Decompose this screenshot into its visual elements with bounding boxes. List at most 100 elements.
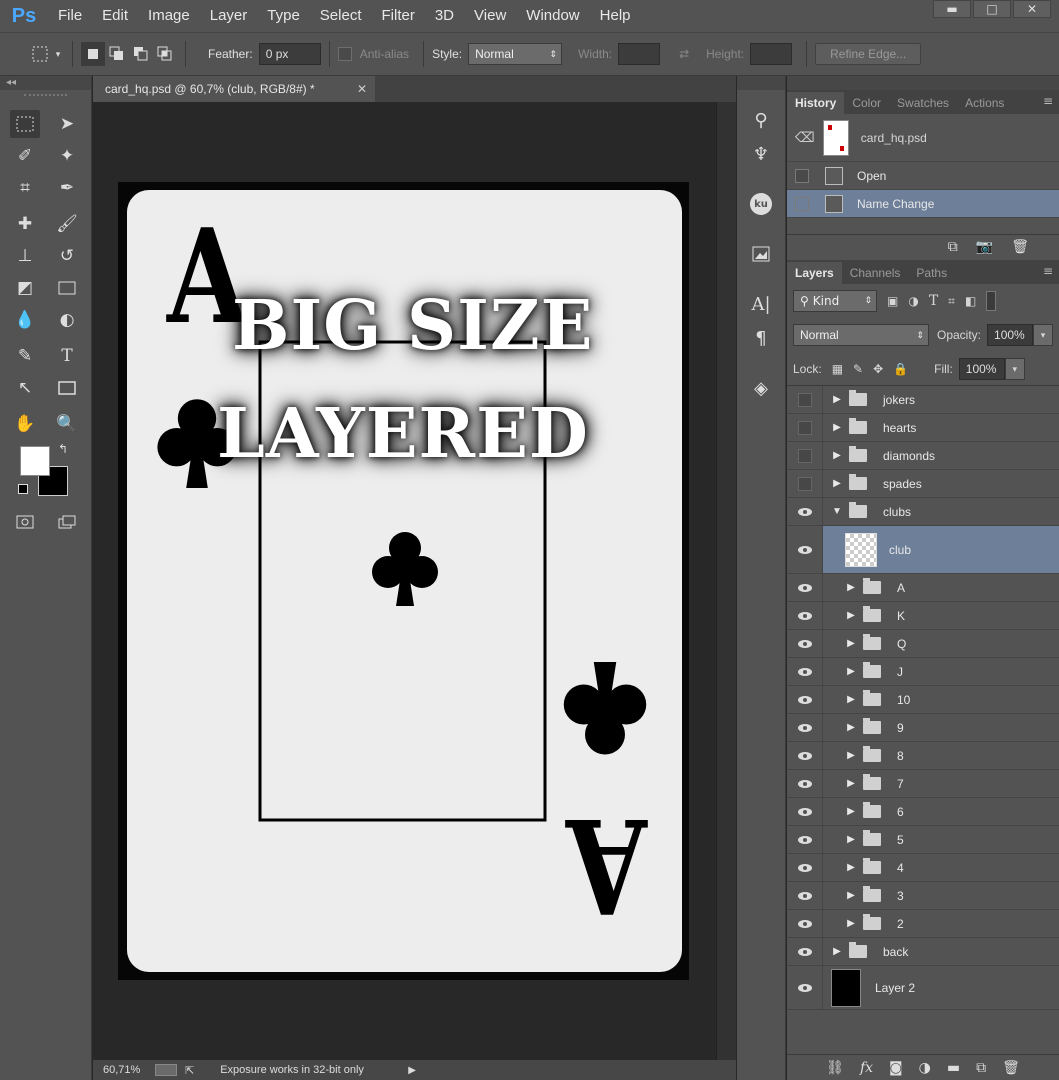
layer-row-2[interactable]: ▶ 2 <box>787 910 1059 938</box>
history-snapshot[interactable]: ⌫ card_hq.psd <box>787 114 1059 162</box>
eye-icon[interactable] <box>787 714 823 741</box>
expand-closed-icon[interactable]: ▶ <box>829 450 845 461</box>
expand-open-icon[interactable]: ▼ <box>829 506 845 517</box>
eye-icon[interactable] <box>787 770 823 797</box>
gradient-tool-icon[interactable] <box>52 274 82 302</box>
history-brush-tool-icon[interactable]: ↺ <box>52 242 82 270</box>
eyedropper-tool-icon[interactable]: ✒ <box>52 174 82 202</box>
visibility-toggle[interactable] <box>787 414 823 441</box>
eye-icon[interactable] <box>787 966 823 1009</box>
layer-row-3[interactable]: ▶ 3 <box>787 882 1059 910</box>
expand-closed-icon[interactable]: ▶ <box>843 750 859 761</box>
3d-panel-icon[interactable]: ◈ <box>746 374 776 402</box>
menu-file[interactable]: File <box>48 0 92 32</box>
blend-mode-select[interactable]: Normal ⇕ <box>793 324 929 346</box>
chevron-down-icon[interactable]: ▾ <box>1033 324 1054 346</box>
vertical-scrollbar[interactable] <box>716 102 736 1060</box>
filter-kind-select[interactable]: ⚲ Kind ⇕ <box>793 290 877 312</box>
antialias-checkbox[interactable] <box>337 47 352 61</box>
fill-input[interactable]: 100% <box>958 357 1005 380</box>
menu-edit[interactable]: Edit <box>92 0 138 32</box>
dodge-tool-icon[interactable]: ◐ <box>52 306 82 334</box>
intersect-selection-icon[interactable] <box>153 42 177 66</box>
navigator-icon[interactable] <box>746 240 776 268</box>
layer-row-6[interactable]: ▶ 6 <box>787 798 1059 826</box>
tab-layers[interactable]: Layers <box>787 262 842 284</box>
clone-source-icon[interactable]: ♆ <box>746 140 776 168</box>
add-selection-icon[interactable] <box>105 42 129 66</box>
chevron-down-icon[interactable]: ▾ <box>1004 357 1025 380</box>
layer-row-q[interactable]: ▶ Q <box>787 630 1059 658</box>
menu-layer[interactable]: Layer <box>200 0 258 32</box>
panel-grip[interactable] <box>24 94 67 102</box>
subtract-selection-icon[interactable] <box>129 42 153 66</box>
rectangle-tool-icon[interactable] <box>52 374 82 402</box>
visibility-toggle[interactable] <box>787 470 823 497</box>
layer-row-layer-2[interactable]: Layer 2 <box>787 966 1059 1010</box>
width-input[interactable] <box>618 43 661 65</box>
lock-all-icon[interactable]: 🔒 <box>893 362 908 376</box>
visibility-toggle[interactable] <box>787 386 823 413</box>
expand-closed-icon[interactable]: ▶ <box>843 918 859 929</box>
expand-closed-icon[interactable]: ▶ <box>829 478 845 489</box>
panel-menu-icon[interactable]: ≡ <box>1043 264 1053 278</box>
layer-row-7[interactable]: ▶ 7 <box>787 770 1059 798</box>
layer-row-j[interactable]: ▶ J <box>787 658 1059 686</box>
default-colors-icon[interactable] <box>18 484 28 494</box>
menu-image[interactable]: Image <box>138 0 200 32</box>
zoom-level[interactable]: 60,71% <box>103 1064 155 1076</box>
eraser-tool-icon[interactable]: ◩ <box>10 274 40 302</box>
eye-icon[interactable] <box>787 938 823 965</box>
expand-closed-icon[interactable]: ▶ <box>843 582 859 593</box>
foreground-color-swatch[interactable] <box>20 446 50 476</box>
layer-row-club[interactable]: club <box>787 526 1059 574</box>
layer-row-jokers[interactable]: ▶ jokers <box>787 386 1059 414</box>
expand-closed-icon[interactable]: ▶ <box>843 694 859 705</box>
eye-icon[interactable] <box>787 630 823 657</box>
filter-type-icon[interactable]: T <box>929 293 938 309</box>
expand-closed-icon[interactable]: ▶ <box>843 610 859 621</box>
tab-color[interactable]: Color <box>844 92 889 114</box>
feather-input[interactable]: 0 px <box>258 43 321 65</box>
new-layer-icon[interactable]: ⧉ <box>976 1060 986 1076</box>
zoom-tool-icon[interactable]: 🔍 <box>52 410 82 438</box>
layer-row-10[interactable]: ▶ 10 <box>787 686 1059 714</box>
layer-row-a[interactable]: ▶ A <box>787 574 1059 602</box>
character-panel-icon[interactable]: A| <box>746 290 776 318</box>
history-step-name-change[interactable]: Name Change <box>787 190 1059 218</box>
menu-filter[interactable]: Filter <box>372 0 425 32</box>
expand-closed-icon[interactable]: ▶ <box>843 834 859 845</box>
layer-row-9[interactable]: ▶ 9 <box>787 714 1059 742</box>
expand-closed-icon[interactable]: ▶ <box>843 722 859 733</box>
crop-tool-icon[interactable]: ⌗ <box>10 174 40 202</box>
filter-adjustment-icon[interactable]: ◑ <box>908 294 918 308</box>
layer-row-clubs[interactable]: ▼ clubs <box>787 498 1059 526</box>
tab-swatches[interactable]: Swatches <box>889 92 957 114</box>
panel-menu-icon[interactable]: ≡ <box>1043 94 1053 108</box>
brush-presets-icon[interactable]: ⚲ <box>746 106 776 134</box>
eye-icon[interactable] <box>787 526 823 573</box>
marquee-preset-icon[interactable] <box>28 42 52 66</box>
kuler-icon[interactable]: ku <box>746 190 776 218</box>
brush-tool-icon[interactable]: 🖌 <box>52 210 82 238</box>
eye-icon[interactable] <box>787 854 823 881</box>
menu-help[interactable]: Help <box>590 0 641 32</box>
new-document-from-state-icon[interactable]: ⧉ <box>948 239 958 255</box>
menu-3d[interactable]: 3D <box>425 0 464 32</box>
magic-wand-tool-icon[interactable]: ✦ <box>52 142 82 170</box>
collapse-icon[interactable]: ◂◂ <box>0 76 91 90</box>
share-icon[interactable]: ⇱ <box>185 1064 194 1077</box>
status-menu-arrow-icon[interactable]: ▶ <box>408 1065 416 1076</box>
eye-icon[interactable] <box>787 826 823 853</box>
new-selection-icon[interactable] <box>81 42 105 66</box>
pen-tool-icon[interactable]: ✎ <box>10 342 40 370</box>
paragraph-panel-icon[interactable]: ¶ <box>746 324 776 352</box>
tab-channels[interactable]: Channels <box>842 262 909 284</box>
expand-closed-icon[interactable]: ▶ <box>843 778 859 789</box>
opacity-input[interactable]: 100% <box>987 324 1034 346</box>
filter-shape-icon[interactable]: ⌗ <box>948 294 955 309</box>
document-info-icon[interactable] <box>155 1064 177 1076</box>
hand-tool-icon[interactable]: ✋ <box>10 410 40 438</box>
collapse-dock-icon[interactable] <box>787 76 1059 90</box>
screen-mode-icon[interactable] <box>52 508 82 536</box>
